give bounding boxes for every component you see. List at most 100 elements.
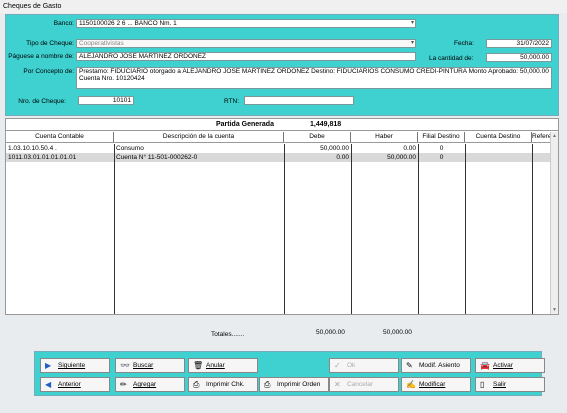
salir-label: Salir xyxy=(493,381,507,388)
salir-button[interactable]: ▯ Salir xyxy=(475,377,545,392)
cancel-x-icon: ✕ xyxy=(334,380,341,389)
cell-filial: 0 xyxy=(439,154,444,161)
table-row[interactable]: 1.03.10.10.50.4 . Consumo 50,000.00 0.00… xyxy=(6,144,551,153)
cheque-form-panel: Banco: 1150100026 2 6 ... BANCO Nm. 1 ▾ … xyxy=(5,14,559,116)
vertical-scrollbar[interactable]: ▲ ▼ xyxy=(550,132,558,314)
scroll-down-icon[interactable]: ▼ xyxy=(552,307,557,313)
imprimir-orden-label: Imprimir Orden xyxy=(277,381,321,388)
imprimir-chk-button[interactable]: ⎙ Imprimir Chk. xyxy=(188,377,258,392)
concepto-label: Por Concepto de: xyxy=(23,68,74,75)
col-header-filial[interactable]: Filial Destino xyxy=(418,132,465,142)
cancelar-label: Cancelar xyxy=(347,381,374,388)
buscar-label: Buscar xyxy=(133,362,154,369)
tipo-cheque-label: Tipo de Cheque: xyxy=(26,40,74,47)
printer-icon: ⎙ xyxy=(193,380,200,389)
col-header-referencia[interactable]: Refere xyxy=(532,132,551,142)
cell-descripcion: Consumo xyxy=(116,145,144,152)
grid-caption-total: 1,449,818 xyxy=(310,121,342,128)
cell-cuenta-destino xyxy=(465,144,532,153)
banco-select[interactable]: 1150100026 2 6 ... BANCO Nm. 1 ▾ xyxy=(76,19,416,28)
cell-haber: 50,000.00 xyxy=(387,154,416,161)
col-header-cuenta-destino[interactable]: Cuenta Destino xyxy=(465,132,532,142)
nro-cheque-field[interactable]: 10101 xyxy=(78,96,134,105)
cantidad-field[interactable]: 50,000.00 xyxy=(486,53,552,62)
imprimir-orden-button[interactable]: ⎙ Imprimir Orden xyxy=(259,377,329,392)
button-panel: ▶ Siguiente 👓 Buscar 🗑 Anular ✓ Ok ✎ Modif. A… xyxy=(34,351,545,396)
anterior-label: Anterior xyxy=(58,381,81,388)
tipo-cheque-select[interactable]: Cooperativistas ▾ xyxy=(76,39,416,48)
cell-cuenta-destino xyxy=(465,153,532,162)
play-right-icon: ▶ xyxy=(45,361,52,370)
fecha-field[interactable]: 31/07/2022 xyxy=(486,39,552,48)
siguiente-button[interactable]: ▶ Siguiente xyxy=(40,358,110,373)
play-left-icon: ◀ xyxy=(45,380,52,389)
cell-descripcion: Cuenta N° 11-501-000262-0 xyxy=(116,154,198,161)
activate-car-icon: 🚘 xyxy=(480,361,490,370)
modif-asiento-label: Modif. Asiento xyxy=(419,362,460,369)
concepto-textarea[interactable]: Prestamo: FIDUCIARIO otorgado a ALEJANDR… xyxy=(76,67,552,89)
grid-caption-title: Partida Generada xyxy=(216,121,274,128)
column-divider xyxy=(114,144,115,314)
activar-button[interactable]: 🚘 Activar xyxy=(475,358,545,373)
edit-entry-icon: ✎ xyxy=(406,361,413,370)
partida-grid: Partida Generada 1,449,818 Cuenta Contab… xyxy=(5,118,559,315)
grid-header: Cuenta Contable Descripción de la cuenta… xyxy=(6,132,551,143)
agregar-button[interactable]: ✏ Agregar xyxy=(115,377,185,392)
grid-body: 1.03.10.10.50.4 . Consumo 50,000.00 0.00… xyxy=(6,144,551,314)
rtn-field[interactable] xyxy=(244,96,354,105)
activar-label: Activar xyxy=(493,362,513,369)
cell-cuenta: 1011.03.01.01.01.01.01 xyxy=(8,154,77,161)
cancelar-button[interactable]: ✕ Cancelar xyxy=(329,377,399,392)
modify-icon: ✍ xyxy=(406,380,416,389)
column-divider xyxy=(532,144,533,314)
column-divider xyxy=(351,144,352,314)
col-header-haber[interactable]: Haber xyxy=(351,132,418,142)
cell-cuenta: 1.03.10.10.50.4 . xyxy=(8,145,57,152)
col-header-descripcion[interactable]: Descripción de la cuenta xyxy=(114,132,284,142)
rtn-label: RTN: xyxy=(224,98,240,105)
exit-door-icon: ▯ xyxy=(480,380,485,389)
cell-debe: 0.00 xyxy=(336,154,349,161)
anterior-button[interactable]: ◀ Anterior xyxy=(40,377,110,392)
modif-asiento-button[interactable]: ✎ Modif. Asiento xyxy=(401,358,471,373)
paguese-label: Páguese a nombre de: xyxy=(8,53,74,60)
siguiente-label: Siguiente xyxy=(58,362,86,369)
scroll-up-icon[interactable]: ▲ xyxy=(552,133,557,139)
column-divider xyxy=(284,144,285,314)
col-header-cuenta[interactable]: Cuenta Contable xyxy=(6,132,114,142)
paguese-field[interactable]: ALEJANDRO JOSE MARTINEZ ORDOÑEZ xyxy=(76,52,416,61)
modificar-label: Modificar xyxy=(419,381,446,388)
anular-button[interactable]: 🗑 Anular xyxy=(188,358,258,373)
chevron-down-icon: ▾ xyxy=(410,20,414,26)
tipo-cheque-value: Cooperativistas xyxy=(79,40,124,47)
imprimir-chk-label: Imprimir Chk. xyxy=(206,381,245,388)
add-pencil-icon: ✏ xyxy=(120,380,127,389)
printer-icon: ⎙ xyxy=(264,380,271,389)
cantidad-label: La cantidad de: xyxy=(429,55,474,62)
trash-icon: 🗑 xyxy=(193,361,204,370)
cell-debe: 50,000.00 xyxy=(320,145,349,152)
banco-label: Banco: xyxy=(53,20,74,27)
ok-button[interactable]: ✓ Ok xyxy=(329,358,399,373)
totals-label: Totales....... xyxy=(211,331,245,338)
binoculars-icon: 👓 xyxy=(120,361,130,370)
column-divider xyxy=(418,144,419,314)
table-row[interactable]: 1011.03.01.01.01.01.01 Cuenta N° 11-501-… xyxy=(6,153,551,162)
agregar-label: Agregar xyxy=(133,381,157,388)
total-haber: 50,000.00 xyxy=(383,329,412,336)
banco-value: 1150100026 2 6 ... BANCO Nm. 1 xyxy=(79,20,177,27)
chevron-down-icon: ▾ xyxy=(410,40,414,46)
checkmark-icon: ✓ xyxy=(334,361,341,370)
anular-label: Anular xyxy=(206,362,225,369)
column-divider xyxy=(465,144,466,314)
nro-cheque-label: Nro. de Cheque: xyxy=(18,98,66,105)
window-title: Cheques de Gasto xyxy=(0,0,567,13)
fecha-label: Fecha: xyxy=(454,40,474,47)
cell-haber: 0.00 xyxy=(403,145,416,152)
modificar-button[interactable]: ✍ Modificar xyxy=(401,377,471,392)
col-header-debe[interactable]: Debe xyxy=(284,132,351,142)
grid-caption: Partida Generada 1,449,818 xyxy=(6,119,558,131)
ok-label: Ok xyxy=(347,362,356,369)
buscar-button[interactable]: 👓 Buscar xyxy=(115,358,185,373)
cell-filial: 0 xyxy=(439,145,444,152)
